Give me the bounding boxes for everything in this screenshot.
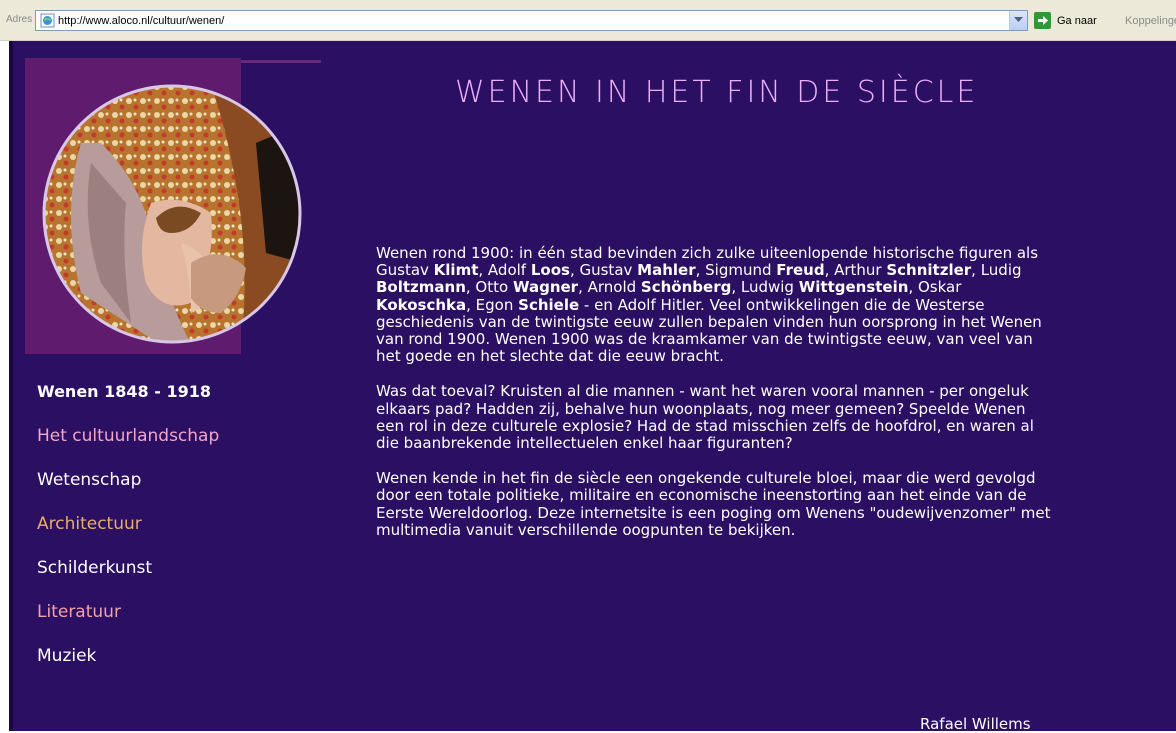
viewport-right-edge (1170, 41, 1176, 731)
page-viewport: Wenen 1848 - 1918 Het cultuurlandschap W… (0, 41, 1176, 733)
go-button-label[interactable]: Ga naar (1057, 15, 1097, 27)
person-name: Schnitzler (886, 261, 972, 280)
browser-address-bar: Adres http://www.aloco.nl/cultuur/wenen/… (0, 0, 1176, 41)
author-signature: Rafael Willems (920, 715, 1031, 733)
nav-link-literatuur[interactable]: Literatuur (37, 602, 121, 622)
nav-link-muziek[interactable]: Muziek (37, 646, 96, 666)
address-label: Adres (6, 14, 33, 25)
person-name: Freud (776, 261, 825, 280)
nav-title: Wenen 1848 - 1918 (37, 382, 211, 401)
window-left-shadow (9, 41, 13, 731)
person-name: Loos (530, 261, 570, 280)
address-url[interactable]: http://www.aloco.nl/cultuur/wenen/ (58, 15, 224, 27)
person-name: Boltzmann (376, 278, 466, 297)
panel-decoration-line (241, 60, 321, 63)
links-label[interactable]: Koppelingen (1125, 15, 1176, 27)
klimt-portrait-image (42, 84, 302, 344)
nav-link-het-cultuurlandschap[interactable]: Het cultuurlandschap (37, 426, 219, 446)
address-dropdown-button[interactable] (1009, 11, 1027, 30)
nav-link-schilderkunst[interactable]: Schilderkunst (37, 558, 152, 578)
person-name: Schönberg (640, 278, 732, 297)
person-name: Schiele (518, 295, 580, 314)
person-name: Wittgenstein (798, 278, 909, 297)
nav-link-architectuur[interactable]: Architectuur (37, 514, 142, 534)
paragraph-2: Was dat toeval? Kruisten al die mannen -… (376, 382, 1034, 453)
person-name: Kokoschka (376, 295, 467, 314)
person-name: Klimt (433, 261, 479, 280)
person-name: Mahler (637, 261, 696, 280)
chevron-down-icon (1014, 17, 1023, 22)
intro-text: Wenen rond 1900: in één stad bevinden zi… (376, 244, 1056, 557)
paragraph-3: Wenen kende in het fin de siècle een ong… (376, 469, 1051, 539)
person-name: Wagner (512, 278, 579, 297)
address-field[interactable]: http://www.aloco.nl/cultuur/wenen/ (35, 10, 1028, 31)
page-icon (40, 13, 55, 28)
nav-link-wetenschap[interactable]: Wetenschap (37, 470, 141, 490)
paragraph-1: Wenen rond 1900: in één stad bevinden zi… (376, 244, 1042, 366)
page-title: WENEN IN HET FIN DE SIÈCLE (455, 75, 979, 110)
window-left-border (0, 41, 9, 731)
go-arrow-icon[interactable] (1034, 12, 1051, 29)
